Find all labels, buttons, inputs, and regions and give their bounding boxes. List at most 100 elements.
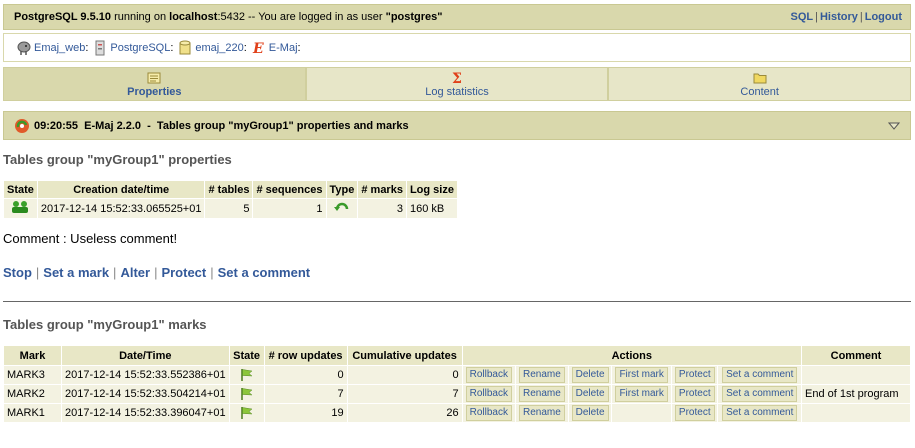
protect-button[interactable]: Protect <box>674 367 715 383</box>
running-on-text: running on <box>114 11 167 23</box>
crumb-label-database[interactable]: emaj_220 <box>195 42 243 54</box>
rollbackable-icon <box>326 199 358 218</box>
col-comment: Comment <box>802 346 910 365</box>
host-name: localhost <box>169 11 218 23</box>
col-state: State <box>229 346 264 365</box>
rollback-button[interactable]: Rollback <box>465 405 512 421</box>
delete-button[interactable]: Delete <box>571 367 609 383</box>
server-icon <box>92 40 108 56</box>
database-icon <box>177 40 193 56</box>
col-actions: Actions <box>462 346 801 365</box>
col-sequences: # sequences <box>253 181 326 198</box>
col-state: State <box>4 181 37 198</box>
col-row-updates: # row updates <box>264 346 347 365</box>
sigma-icon: Σ <box>451 71 463 85</box>
table-row: MARK1 2017-12-14 15:52:33.396047+01 19 26 Ro… <box>4 404 910 422</box>
col-cumulative: Cumulative updates <box>347 346 462 365</box>
svg-text:E: E <box>252 41 264 56</box>
row-updates: 19 <box>264 404 347 422</box>
connection-info: PostgreSQL 9.5.10 running on localhost:5… <box>14 11 443 23</box>
section-version: E-Maj 2.2.0 <box>84 119 142 132</box>
set-comment-button[interactable]: Set a comment <box>722 405 798 421</box>
properties-heading: Tables group "myGroup1" properties <box>3 152 232 167</box>
action-cell: Set a comment <box>718 404 801 422</box>
protect-button[interactable]: Protect <box>674 386 715 402</box>
mark-comment: End of 1st program <box>802 385 910 403</box>
tab-log-statistics[interactable]: Σ Log statistics <box>305 67 609 101</box>
tab-content[interactable]: Content <box>608 67 912 101</box>
emaj-icon: E <box>251 40 267 56</box>
action-cell <box>612 404 672 422</box>
history-link[interactable]: History <box>820 11 858 23</box>
mark-name: MARK3 <box>4 366 61 384</box>
mark-comment <box>802 404 910 422</box>
tab-bar: Properties Σ Log statistics Content <box>3 67 912 101</box>
first-mark-button[interactable]: First mark <box>615 386 668 402</box>
col-marks: # marks <box>358 181 406 198</box>
rollback-button[interactable]: Rollback <box>465 367 512 383</box>
flag-icon <box>229 366 264 384</box>
col-creation: Creation date/time <box>37 181 205 198</box>
mark-datetime: 2017-12-14 15:52:33.552386+01 <box>62 366 229 384</box>
crumb-label-emaj-web[interactable]: Emaj_web <box>34 42 85 54</box>
top-links: SQL | History | Logout <box>790 11 902 23</box>
table-row: MARK2 2017-12-14 15:52:33.504214+01 7 7 Roll… <box>4 385 910 403</box>
crumb-emaj[interactable]: E E-Maj: <box>251 40 301 56</box>
set-comment-link[interactable]: Set a comment <box>218 265 310 280</box>
action-cell: Delete <box>568 385 612 403</box>
user-name: "postgres" <box>385 11 443 23</box>
mark-name: MARK2 <box>4 385 61 403</box>
col-tables: # tables <box>205 181 253 198</box>
action-cell: Protect <box>672 366 718 384</box>
flag-icon <box>229 385 264 403</box>
first-mark-button[interactable]: First mark <box>615 367 668 383</box>
mark-comment <box>802 366 910 384</box>
elephant-icon <box>16 40 32 56</box>
group-actions: Stop | Set a mark | Alter | Protect | Set a comm… <box>3 265 311 280</box>
crumb-label-emaj[interactable]: E-Maj <box>269 42 298 54</box>
rename-button[interactable]: Rename <box>518 386 565 402</box>
table-row: MARK3 2017-12-14 15:52:33.552386+01 0 0 Roll… <box>4 366 910 384</box>
logout-link[interactable]: Logout <box>865 11 902 23</box>
section-time: 09:20:55 <box>34 119 79 132</box>
rename-button[interactable]: Rename <box>518 367 565 383</box>
breadcrumb: Emaj_web: PostgreSQL: emaj_220: E E-Maj: <box>3 33 911 62</box>
action-cell: Rename <box>515 366 568 384</box>
action-cell: Set a comment <box>718 385 801 403</box>
emaj-status-icon <box>14 118 30 134</box>
chevron-down-icon[interactable] <box>887 121 901 133</box>
col-mark: Mark <box>4 346 61 365</box>
alter-link[interactable]: Alter <box>120 265 150 280</box>
protect-link[interactable]: Protect <box>161 265 206 280</box>
marks-table: Mark Date/Time State # row updates Cumul… <box>3 345 911 423</box>
section-header: 09:20:55 E-Maj 2.2.0 - Tables group "myG… <box>3 111 911 140</box>
top-bar: PostgreSQL 9.5.10 running on localhost:5… <box>3 4 911 30</box>
action-cell: Protect <box>672 404 718 422</box>
log-size: 160 kB <box>406 199 457 218</box>
crumb-database[interactable]: emaj_220: <box>177 40 247 56</box>
rollback-button[interactable]: Rollback <box>465 386 512 402</box>
set-comment-button[interactable]: Set a comment <box>722 367 798 383</box>
action-cell: First mark <box>612 366 672 384</box>
col-type: Type <box>326 181 358 198</box>
action-cell: Rollback <box>462 385 515 403</box>
divider <box>3 301 911 302</box>
set-mark-link[interactable]: Set a mark <box>43 265 109 280</box>
delete-button[interactable]: Delete <box>571 405 609 421</box>
cumulative-updates: 0 <box>347 366 462 384</box>
action-cell: Rename <box>515 385 568 403</box>
crumb-label-postgresql[interactable]: PostgreSQL <box>110 42 170 54</box>
table-row: 2017-12-14 15:52:33.065525+01 5 1 3 160 … <box>4 199 457 218</box>
cumulative-updates: 26 <box>347 404 462 422</box>
tab-properties[interactable]: Properties <box>3 67 306 101</box>
row-updates: 0 <box>264 366 347 384</box>
crumb-emaj-web[interactable]: Emaj_web: <box>16 40 88 56</box>
stop-link[interactable]: Stop <box>3 265 32 280</box>
protect-button[interactable]: Protect <box>674 405 715 421</box>
crumb-postgresql[interactable]: PostgreSQL: <box>92 40 173 56</box>
set-comment-button[interactable]: Set a comment <box>722 386 798 402</box>
sql-link[interactable]: SQL <box>790 11 813 23</box>
action-cell: Protect <box>672 385 718 403</box>
delete-button[interactable]: Delete <box>571 386 609 402</box>
rename-button[interactable]: Rename <box>518 405 565 421</box>
